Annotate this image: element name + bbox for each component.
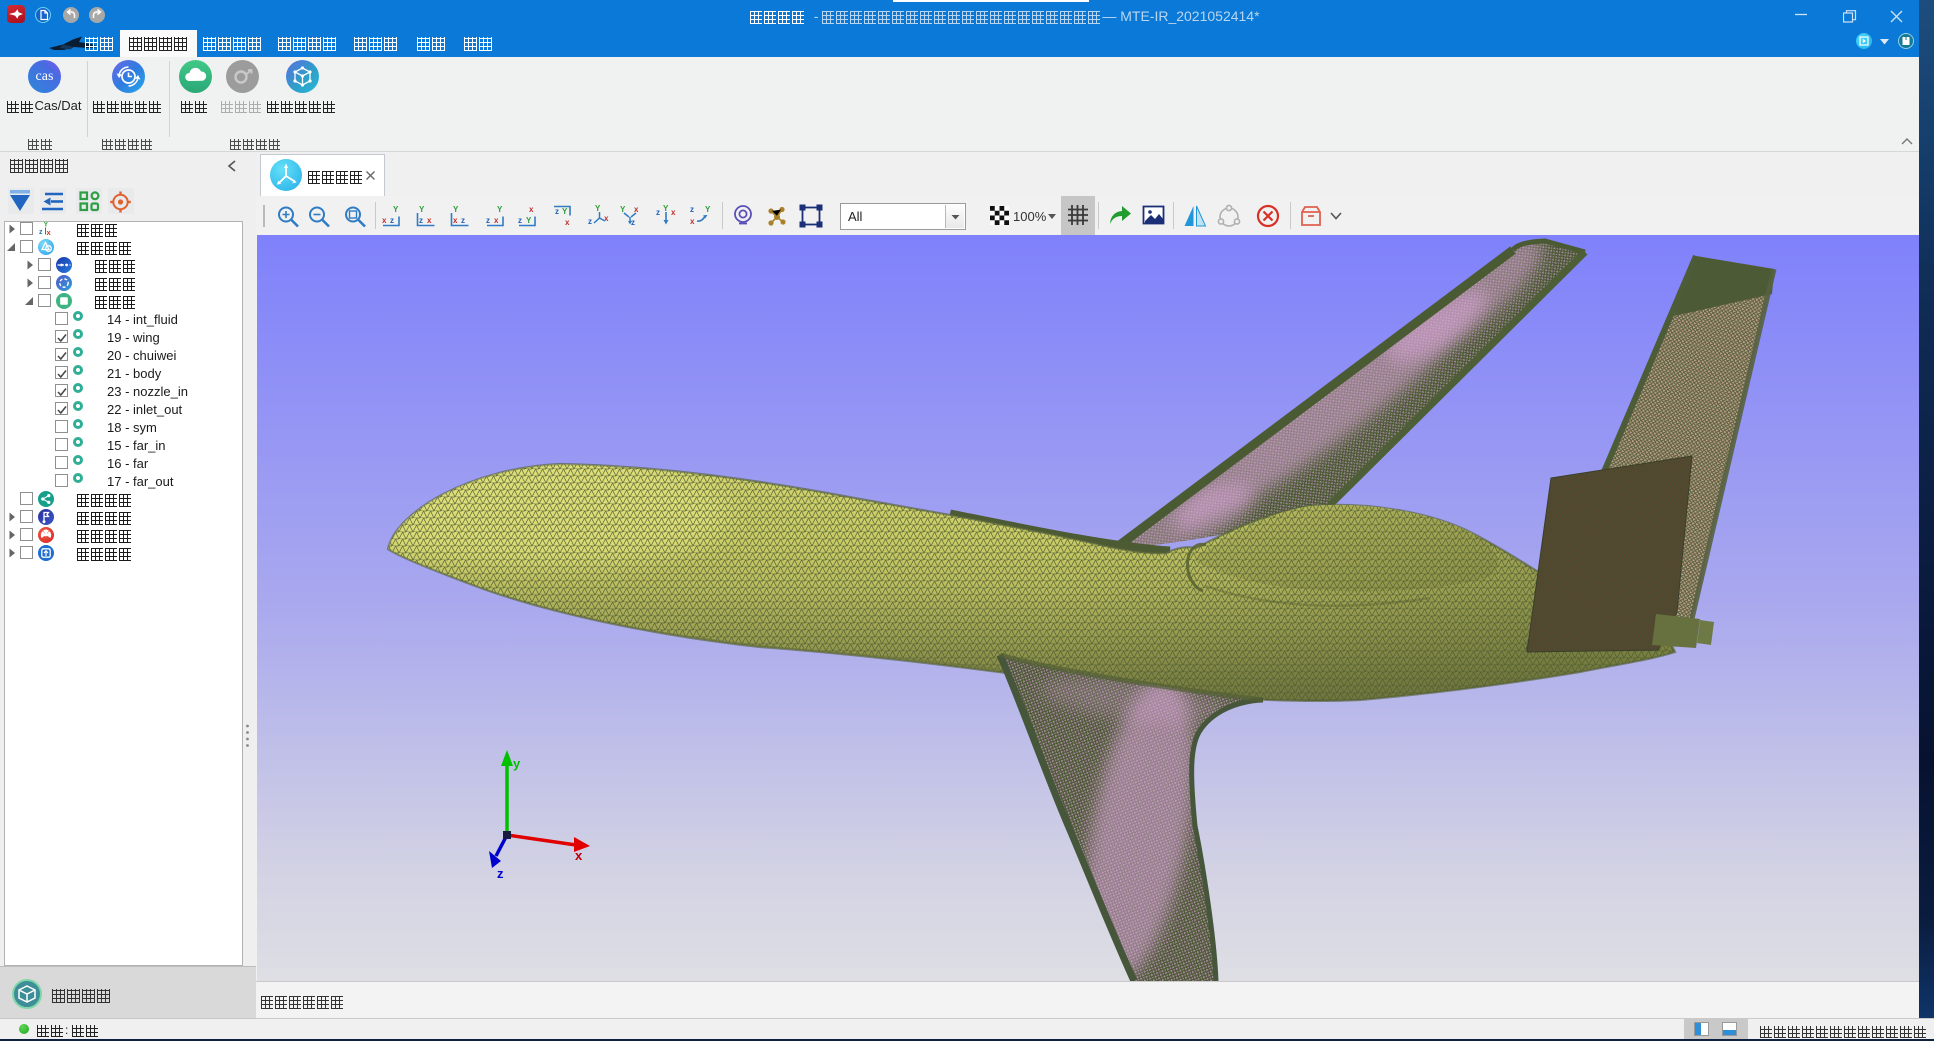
svg-text:Y: Y: [453, 205, 459, 214]
svg-text:y: y: [513, 756, 521, 771]
svg-text:z: z: [486, 216, 490, 225]
svg-text:z: z: [390, 216, 394, 225]
svg-text:z: z: [555, 207, 559, 216]
svg-text:z: z: [518, 216, 522, 225]
svg-text:z: z: [631, 218, 635, 227]
svg-text:Y: Y: [663, 204, 669, 213]
svg-text:Y: Y: [526, 216, 532, 225]
svg-text:z: z: [39, 229, 43, 236]
svg-text:Y: Y: [620, 205, 626, 214]
svg-text:x: x: [634, 205, 639, 214]
svg-text:Y: Y: [497, 205, 503, 214]
svg-text:Y: Y: [562, 207, 568, 216]
svg-text:x: x: [453, 216, 458, 225]
svg-text:Y: Y: [705, 205, 711, 214]
svg-text:x: x: [47, 228, 52, 237]
svg-text:Y: Y: [595, 204, 601, 213]
svg-text:z: z: [419, 216, 423, 225]
svg-text:x: x: [427, 216, 432, 225]
svg-text:Y: Y: [393, 205, 399, 214]
svg-text:x: x: [382, 216, 387, 225]
svg-text:x: x: [575, 848, 583, 863]
svg-text:x: x: [671, 208, 676, 217]
svg-text:z: z: [656, 208, 660, 217]
svg-text:x: x: [494, 216, 499, 225]
svg-text:x: x: [565, 218, 570, 227]
svg-text:z: z: [588, 217, 592, 226]
svg-text:x: x: [604, 214, 609, 223]
svg-text:z: z: [690, 205, 694, 214]
svg-text:x: x: [529, 205, 534, 214]
svg-text:Y: Y: [419, 205, 425, 214]
svg-text:z: z: [461, 216, 465, 225]
svg-text:x: x: [690, 217, 695, 226]
svg-text:z: z: [497, 866, 504, 881]
